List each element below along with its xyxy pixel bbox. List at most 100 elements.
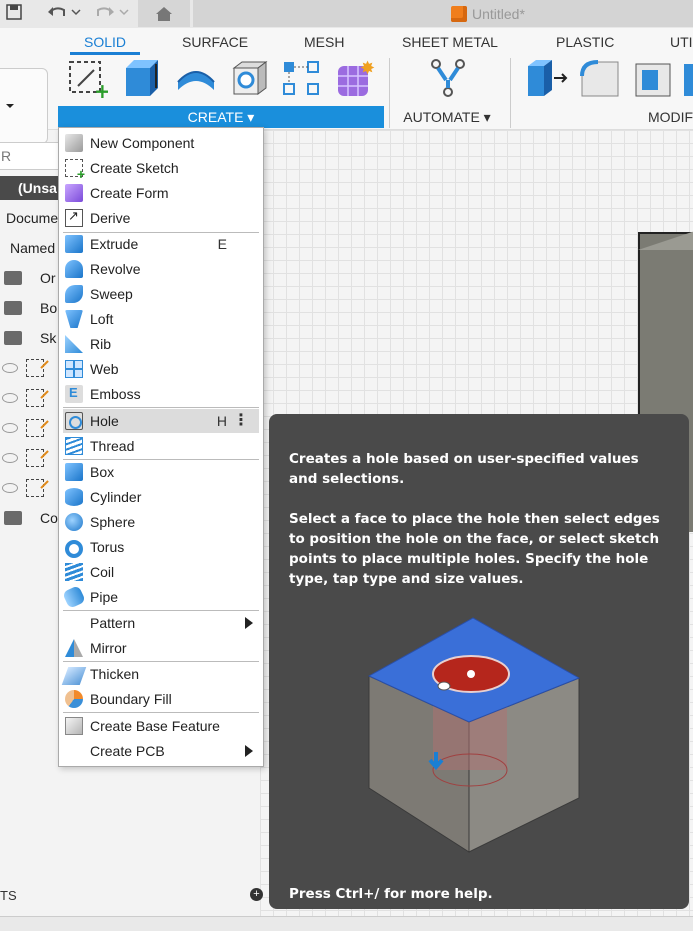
menu-item-boundary-fill[interactable]: Boundary Fill: [63, 687, 259, 711]
sphere-icon: [65, 513, 83, 531]
save-icon[interactable]: [6, 0, 22, 24]
menu-item-extrude[interactable]: Extrude E: [63, 232, 259, 256]
menu-label: Emboss: [90, 386, 141, 402]
extrude-tool-icon[interactable]: [122, 58, 162, 98]
thread-icon: [65, 437, 83, 455]
browser-row-document-settings[interactable]: Docume: [0, 206, 60, 230]
pipe-icon: [62, 585, 86, 609]
comments-panel-bar[interactable]: TS: [0, 880, 260, 910]
visibility-eye-icon[interactable]: [2, 363, 18, 373]
create-form-icon: [65, 184, 83, 202]
tab-sheet-metal[interactable]: SHEET METAL: [402, 34, 498, 50]
revolve-tool-icon[interactable]: [174, 58, 215, 98]
automate-tool-icon[interactable]: [428, 58, 468, 98]
hole-tool-icon[interactable]: [230, 58, 270, 98]
cylinder-icon: [65, 488, 83, 506]
tooltip-summary: Creates a hole based on user-specified v…: [289, 451, 639, 487]
press-pull-tool-icon[interactable]: [526, 58, 568, 98]
create-sketch-tool-icon[interactable]: +: [68, 58, 111, 103]
tab-plastic[interactable]: PLASTIC: [556, 34, 614, 50]
create-form-tool-icon[interactable]: ✸: [334, 58, 375, 98]
browser-row-construction[interactable]: Co: [0, 506, 60, 530]
rib-icon: [65, 335, 83, 353]
home-icon[interactable]: [138, 0, 190, 27]
menu-item-revolve[interactable]: Revolve: [63, 257, 259, 281]
tab-solid[interactable]: SOLID: [69, 34, 141, 55]
menu-label: Thicken: [90, 666, 140, 682]
add-comment-icon[interactable]: +: [250, 888, 263, 901]
tab-surface[interactable]: SURFACE: [182, 34, 248, 50]
undo-icon[interactable]: [46, 0, 82, 24]
menu-item-mirror[interactable]: Mirror: [63, 636, 259, 660]
browser-row-sketch[interactable]: [0, 386, 60, 410]
visibility-eye-icon[interactable]: [2, 423, 18, 433]
menu-separator: [63, 712, 259, 713]
browser-row-sketch[interactable]: [0, 416, 60, 440]
fillet-tool-icon[interactable]: [580, 58, 620, 98]
folder-icon: [4, 271, 22, 285]
sketch-icon: [26, 389, 44, 407]
document-title: Untitled*: [472, 5, 525, 22]
pattern-tool-icon[interactable]: [282, 58, 322, 98]
hole-icon: [65, 412, 83, 430]
menu-label: Box: [90, 464, 115, 480]
menu-item-hole[interactable]: Hole H ⋮: [63, 409, 259, 433]
browser-row-sketch[interactable]: [0, 446, 60, 470]
shell-tool-icon[interactable]: [634, 58, 674, 98]
new-component-icon: [65, 134, 83, 152]
redo-icon[interactable]: [94, 0, 130, 24]
folder-icon: [4, 511, 22, 525]
menu-item-sphere[interactable]: Sphere: [63, 510, 259, 534]
menu-item-create-form[interactable]: Create Form: [63, 181, 259, 205]
menu-item-create-pcb[interactable]: Create PCB: [63, 739, 259, 763]
document-tab[interactable]: Untitled*: [193, 0, 693, 27]
browser-panel: R (Unsa Docume Named Or Bo Sk Co: [0, 138, 60, 558]
menu-item-rib[interactable]: Rib: [63, 332, 259, 356]
browser-row-origin[interactable]: Or: [0, 266, 60, 290]
browser-row-named-views[interactable]: Named: [0, 236, 60, 260]
menu-item-cylinder[interactable]: Cylinder: [63, 485, 259, 509]
menu-item-loft[interactable]: Loft: [63, 307, 259, 331]
browser-row-sketch[interactable]: [0, 356, 60, 380]
automate-dropdown[interactable]: AUTOMATE ▾: [392, 106, 502, 128]
menu-item-new-component[interactable]: New Component: [63, 131, 259, 155]
menu-item-web[interactable]: Web: [63, 357, 259, 381]
browser-row-sketches[interactable]: Sk: [0, 326, 60, 350]
tab-utilities[interactable]: UTI: [670, 34, 693, 50]
menu-item-pipe[interactable]: Pipe: [62, 585, 259, 609]
create-dropdown[interactable]: CREATE ▾: [58, 106, 384, 128]
browser-search-input[interactable]: R: [0, 142, 60, 170]
menu-label: Hole: [90, 413, 119, 429]
browser-row-sketch[interactable]: [0, 476, 60, 500]
sketch-icon: [26, 479, 44, 497]
modify-tool-icon[interactable]: [684, 58, 693, 98]
browser-row-bodies[interactable]: Bo: [0, 296, 60, 320]
menu-item-derive[interactable]: Derive: [63, 206, 259, 230]
visibility-eye-icon[interactable]: [2, 393, 18, 403]
visibility-eye-icon[interactable]: [2, 483, 18, 493]
menu-label: Loft: [90, 311, 114, 327]
menu-shortcut: E: [217, 236, 227, 252]
menu-separator: [63, 407, 259, 408]
workspace-switcher-button[interactable]: [0, 68, 48, 144]
visibility-eye-icon[interactable]: [2, 453, 18, 463]
menu-label: Derive: [90, 210, 131, 226]
menu-item-box[interactable]: Box: [63, 460, 259, 484]
menu-item-torus[interactable]: Torus: [63, 535, 259, 559]
menu-item-thicken[interactable]: Thicken: [61, 662, 259, 686]
menu-item-sweep[interactable]: Sweep: [63, 282, 259, 306]
search-text: R: [1, 148, 12, 164]
menu-item-create-sketch[interactable]: Create Sketch: [63, 156, 259, 182]
menu-item-thread[interactable]: Thread: [63, 434, 259, 458]
menu-item-coil[interactable]: Coil: [63, 560, 259, 584]
menu-item-pattern[interactable]: Pattern: [63, 611, 259, 635]
sketch-icon: [26, 419, 44, 437]
derive-icon: [65, 208, 83, 227]
menu-item-create-base-feature[interactable]: Create Base Feature: [63, 714, 259, 738]
modify-dropdown[interactable]: MODIF: [648, 106, 693, 128]
tab-mesh[interactable]: MESH: [304, 34, 344, 50]
menu-item-emboss[interactable]: Emboss: [63, 382, 259, 406]
svg-text:+: +: [94, 79, 108, 98]
root-component-label[interactable]: (Unsa: [0, 176, 60, 200]
more-options-icon[interactable]: ⋮: [233, 413, 249, 429]
